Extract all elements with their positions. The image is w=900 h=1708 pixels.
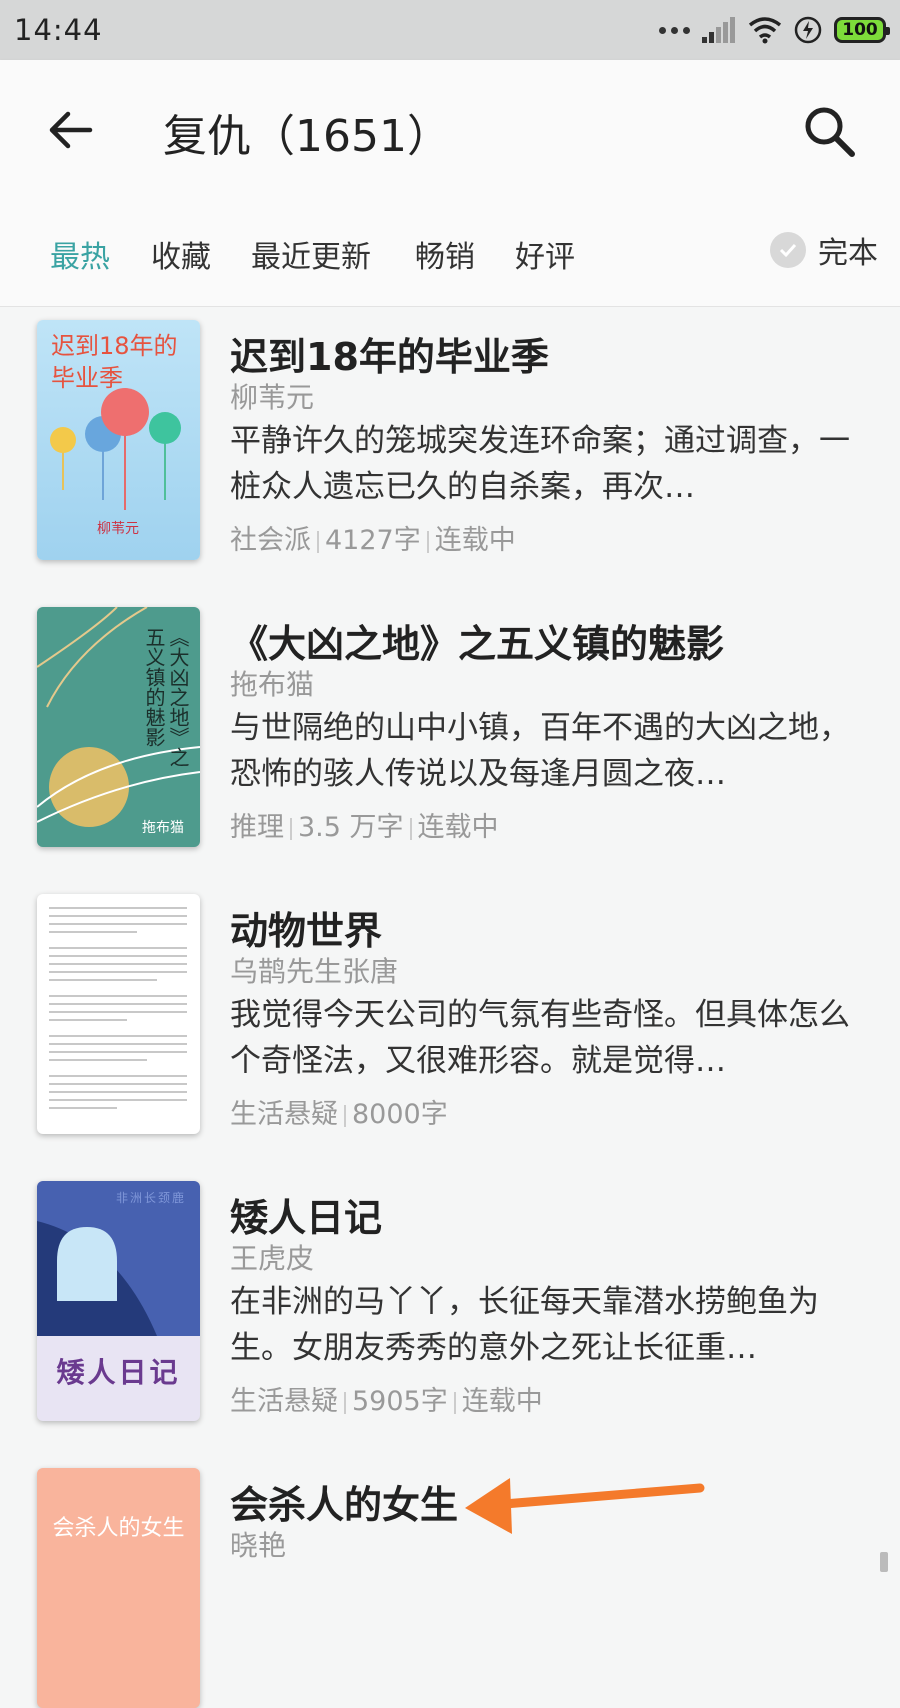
- book-meta: 生活悬疑 8000字: [230, 1092, 448, 1131]
- finished-toggle[interactable]: 完本: [770, 228, 878, 272]
- book-description: 平静许久的笼城突发连环命案；通过调查，一桩众人遗忘已久的自杀案，再次…: [230, 423, 850, 505]
- book-cover[interactable]: 会杀人的女生: [37, 1468, 200, 1708]
- book-meta: 推理 3.5 万字 连载中: [230, 805, 499, 844]
- book-cover[interactable]: [37, 894, 200, 1134]
- scrollbar[interactable]: [880, 1552, 888, 1572]
- book-word-count: 5905字: [352, 1386, 448, 1417]
- book-item[interactable]: 动物世界 乌鹊先生张唐 我觉得今天公司的气氛有些奇怪。但具体怎么个奇怪法，又很难…: [0, 894, 900, 1181]
- cover-series: 非洲长颈鹿: [115, 1191, 186, 1205]
- book-author: 晓艳: [230, 1529, 287, 1562]
- book-cover[interactable]: 非洲长颈鹿 矮人日记: [37, 1181, 200, 1421]
- tab-recent-update[interactable]: 最近更新: [251, 232, 371, 276]
- book-item[interactable]: 迟到18年的毕业季 柳苇元 迟到18年的毕业季 柳苇元 平静许久的笼城突发连环命…: [0, 320, 900, 607]
- book-genre: 生活悬疑: [230, 1386, 338, 1417]
- cover-title: 矮人日记: [56, 1356, 181, 1389]
- book-status: 连载中: [434, 525, 516, 556]
- charging-icon: [794, 16, 822, 44]
- book-item[interactable]: 会杀人的女生 会杀人的女生 晓艳: [0, 1468, 900, 1708]
- book-cover[interactable]: 《大凶之地》之五义镇的魅影 拖布猫: [37, 607, 200, 847]
- book-meta: 社会派 4127字 连载中: [230, 518, 516, 557]
- tab-hottest[interactable]: 最热: [50, 232, 110, 276]
- book-author: 拖布猫: [230, 668, 315, 701]
- text-page-illustration: [49, 907, 187, 1109]
- tab-bestselling[interactable]: 畅销: [415, 232, 475, 276]
- book-title: 矮人日记: [230, 1196, 383, 1240]
- book-title: 会杀人的女生: [230, 1483, 459, 1527]
- status-icons: 100: [659, 12, 890, 48]
- page-title: 复仇（1651）: [163, 111, 451, 162]
- book-description: 我觉得今天公司的气氛有些奇怪。但具体怎么个奇怪法，又很难形容。就是觉得…: [230, 997, 850, 1079]
- cover-title: 会杀人的女生: [52, 1516, 185, 1541]
- book-genre: 推理: [230, 812, 284, 843]
- status-time: 14:44: [14, 13, 103, 47]
- book-meta: 生活悬疑 5905字 连载中: [230, 1379, 543, 1418]
- finished-label: 完本: [818, 236, 878, 271]
- book-status: 连载中: [417, 812, 499, 843]
- book-item[interactable]: 《大凶之地》之五义镇的魅影 拖布猫 《大凶之地》之五义镇的魅影 拖布猫 与世隔绝…: [0, 607, 900, 894]
- app-bar: 复仇（1651）: [0, 60, 900, 198]
- battery-icon: 100: [834, 17, 890, 43]
- wifi-icon: [748, 17, 782, 44]
- tab-top-rated[interactable]: 好评: [515, 232, 575, 276]
- book-genre: 生活悬疑: [230, 1099, 338, 1130]
- signal-icon: [702, 17, 735, 43]
- book-title: 动物世界: [230, 909, 383, 953]
- filter-bar: 最热 收藏 最近更新 畅销 好评 完本: [0, 198, 900, 307]
- more-dots-icon: [659, 26, 690, 34]
- status-bar: 14:44 100: [0, 0, 900, 60]
- cover-author: 拖布猫: [142, 820, 184, 836]
- check-circle-icon: [770, 232, 806, 268]
- book-item[interactable]: 非洲长颈鹿 矮人日记 矮人日记 王虎皮 在非洲的马丫丫，长征每天靠潜水捞鲍鱼为生…: [0, 1181, 900, 1468]
- book-author: 王虎皮: [230, 1242, 315, 1275]
- book-description: 与世隔绝的山中小镇，百年不遇的大凶之地，恐怖的骇人传说以及每逢月圆之夜…: [230, 710, 850, 792]
- book-status: 连载中: [461, 1386, 543, 1417]
- book-genre: 社会派: [230, 525, 311, 556]
- book-author: 乌鹊先生张唐: [230, 955, 399, 988]
- back-arrow-icon[interactable]: [44, 104, 96, 156]
- cover-title: 《大凶之地》之五义镇的魅影: [142, 627, 190, 767]
- tab-favorites[interactable]: 收藏: [151, 232, 211, 276]
- cover-author: 柳苇元: [97, 521, 139, 537]
- book-word-count: 4127字: [325, 525, 421, 556]
- book-title: 《大凶之地》之五义镇的魅影: [230, 622, 725, 666]
- book-author: 柳苇元: [230, 381, 315, 414]
- search-icon[interactable]: [802, 104, 856, 158]
- book-description: 在非洲的马丫丫，长征每天靠潜水捞鲍鱼为生。女朋友秀秀的意外之死让长征重…: [230, 1284, 819, 1366]
- book-cover[interactable]: 迟到18年的毕业季 柳苇元: [37, 320, 200, 560]
- book-word-count: 8000字: [352, 1099, 448, 1130]
- book-title: 迟到18年的毕业季: [230, 335, 549, 379]
- book-word-count: 3.5 万字: [298, 812, 404, 843]
